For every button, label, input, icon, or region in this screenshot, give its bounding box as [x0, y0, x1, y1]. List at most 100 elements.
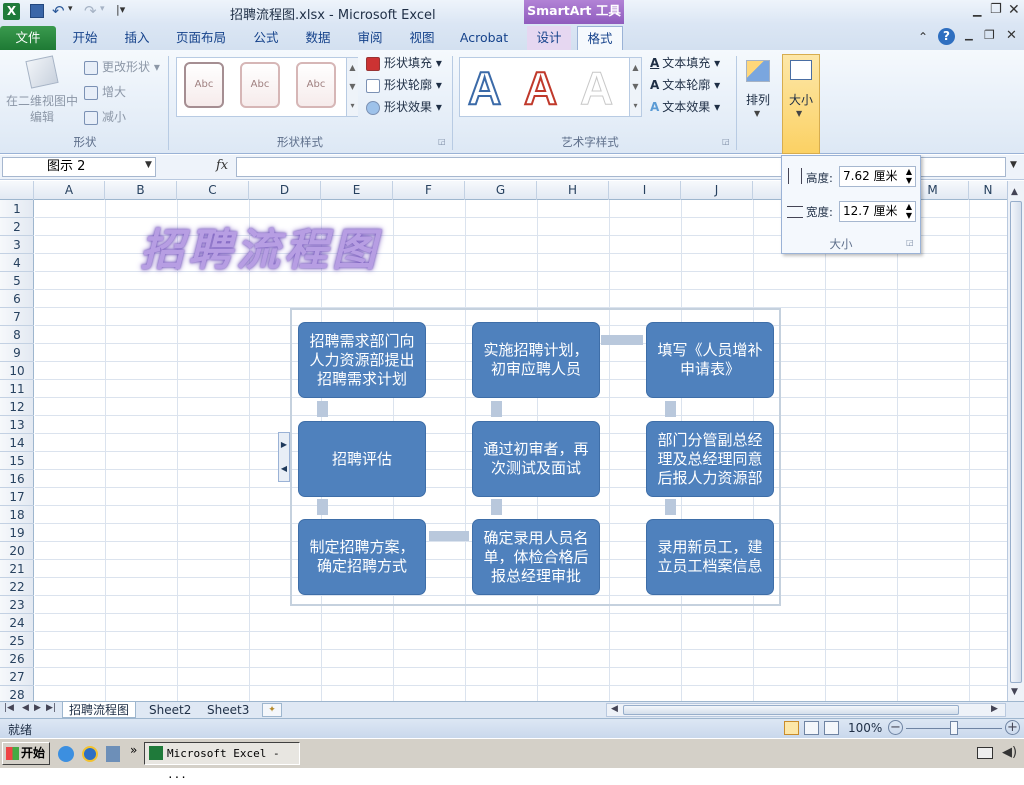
zoom-slider-thumb[interactable] — [950, 721, 958, 735]
name-box[interactable]: 图示 2 — [2, 157, 156, 177]
column-header-b[interactable]: B — [105, 181, 177, 200]
hscroll-right-icon[interactable]: ▶ — [991, 704, 998, 714]
column-header-a[interactable]: A — [34, 181, 105, 200]
tab-home[interactable]: 开始 — [62, 26, 108, 50]
doc-minimize-icon[interactable]: ▁ — [965, 30, 973, 41]
row-header-5[interactable]: 5 — [0, 272, 34, 290]
quicklaunch-app-icon[interactable] — [106, 746, 120, 762]
vertical-scrollbar[interactable]: ▲ ▼ — [1007, 181, 1024, 701]
flow-step-3[interactable]: 填写《人员增补申请表》 — [646, 322, 774, 398]
gallery-scroll[interactable]: ▲ ▼ ▾ — [346, 58, 358, 116]
undo-icon[interactable]: ↶ — [52, 2, 65, 20]
column-header-h[interactable]: H — [537, 181, 609, 200]
minimize-icon[interactable]: ▁ — [973, 4, 981, 17]
zoom-in-icon[interactable]: + — [1005, 720, 1020, 735]
zoom-out-icon[interactable]: − — [888, 720, 903, 735]
row-header-8[interactable]: 8 — [0, 326, 34, 344]
row-header-17[interactable]: 17 — [0, 488, 34, 506]
tab-review[interactable]: 审阅 — [348, 26, 392, 50]
page-layout-view-icon[interactable] — [804, 721, 819, 735]
column-header-j[interactable]: J — [681, 181, 753, 200]
ribbon-minimize-icon[interactable]: ⌃ — [918, 30, 928, 44]
wordart-style-3[interactable]: A — [579, 64, 613, 113]
wordart-style-1[interactable]: A — [467, 63, 502, 113]
column-header-d[interactable]: D — [249, 181, 321, 200]
column-header-n[interactable]: N — [969, 181, 1008, 200]
column-header-e[interactable]: E — [321, 181, 393, 200]
row-header-11[interactable]: 11 — [0, 380, 34, 398]
row-header-18[interactable]: 18 — [0, 506, 34, 524]
row-header-13[interactable]: 13 — [0, 416, 34, 434]
save-icon[interactable] — [30, 4, 44, 18]
row-header-24[interactable]: 24 — [0, 614, 34, 632]
redo-icon[interactable]: ↷ — [84, 2, 97, 20]
column-header-f[interactable]: F — [393, 181, 465, 200]
hscroll-left-icon[interactable]: ◀ — [611, 704, 618, 714]
fx-icon[interactable]: fx — [216, 158, 228, 173]
shape-fill-button[interactable]: 形状填充 ▾ — [366, 53, 442, 73]
shape-style-preset-2[interactable]: Abc — [240, 62, 280, 108]
row-header-15[interactable]: 15 — [0, 452, 34, 470]
row-header-21[interactable]: 21 — [0, 560, 34, 578]
formula-expand-icon[interactable]: ▼ — [1010, 160, 1017, 170]
row-header-14[interactable]: 14 — [0, 434, 34, 452]
doc-close-icon[interactable]: ✕ — [1006, 28, 1017, 43]
row-header-23[interactable]: 23 — [0, 596, 34, 614]
width-input[interactable]: 12.7 厘米 ▲ ▼ — [839, 201, 916, 222]
start-button[interactable]: 开始 — [2, 742, 50, 765]
normal-view-icon[interactable] — [784, 721, 799, 735]
row-header-3[interactable]: 3 — [0, 236, 34, 254]
row-header-7[interactable]: 7 — [0, 308, 34, 326]
shape-style-preset-1[interactable]: Abc — [184, 62, 224, 108]
scroll-down-icon[interactable]: ▼ — [1011, 687, 1018, 697]
first-sheet-icon[interactable]: |◀ — [4, 703, 14, 713]
scroll-up-icon[interactable]: ▲ — [1011, 187, 1018, 197]
restore-icon[interactable]: ❐ — [990, 2, 1002, 17]
larger-button[interactable]: 增大 — [84, 82, 126, 102]
hscroll-thumb[interactable] — [623, 705, 959, 715]
edit-in-2d-button[interactable]: 在二维视图中编辑 — [4, 93, 80, 125]
flow-step-7[interactable]: 制定招聘方案，确定招聘方式 — [298, 519, 426, 595]
customize-qat-icon[interactable]: |▾ — [116, 3, 125, 16]
prev-sheet-icon[interactable]: ◀ — [22, 703, 29, 713]
dialog-launcher-icon[interactable]: ◲ — [722, 137, 730, 146]
row-header-9[interactable]: 9 — [0, 344, 34, 362]
flow-step-8[interactable]: 确定录用人员名单，体检合格后报总经理审批 — [472, 519, 600, 595]
insert-sheet-icon[interactable]: ✦ — [262, 703, 282, 717]
horizontal-scrollbar[interactable]: ◀ ▶ — [606, 703, 1006, 717]
tab-insert[interactable]: 插入 — [114, 26, 160, 50]
last-sheet-icon[interactable]: ▶| — [46, 703, 56, 713]
row-header-10[interactable]: 10 — [0, 362, 34, 380]
smaller-button[interactable]: 减小 — [84, 107, 126, 127]
row-header-12[interactable]: 12 — [0, 398, 34, 416]
close-icon[interactable]: ✕ — [1008, 2, 1020, 18]
worksheet-grid[interactable]: 招聘流程图 ▶ ◀ 招聘需求部门向人力资源部提出招聘需求计划 实施招聘计划，初审应… — [35, 200, 1007, 701]
arrange-button[interactable]: 排列 — [744, 91, 772, 108]
shape-outline-button[interactable]: 形状轮廓 ▾ — [366, 75, 442, 95]
flow-step-1[interactable]: 招聘需求部门向人力资源部提出招聘需求计划 — [298, 322, 426, 398]
tab-formulas[interactable]: 公式 — [244, 26, 288, 50]
select-all-corner[interactable] — [0, 181, 34, 200]
doc-restore-icon[interactable]: ❐ — [984, 28, 995, 42]
change-shape-button[interactable]: 更改形状 ▾ — [84, 57, 160, 77]
row-header-27[interactable]: 27 — [0, 668, 34, 686]
width-spinner-icon[interactable]: ▲ ▼ — [906, 202, 912, 220]
row-header-25[interactable]: 25 — [0, 632, 34, 650]
quicklaunch-more-icon[interactable]: » — [130, 743, 137, 757]
row-header-26[interactable]: 26 — [0, 650, 34, 668]
sheet-tab-3[interactable]: Sheet3 — [201, 702, 255, 718]
height-spinner-icon[interactable]: ▲ ▼ — [906, 167, 912, 185]
dialog-launcher-icon[interactable]: ◲ — [438, 137, 446, 146]
row-header-16[interactable]: 16 — [0, 470, 34, 488]
tab-view[interactable]: 视图 — [400, 26, 444, 50]
flow-step-2[interactable]: 实施招聘计划，初审应聘人员 — [472, 322, 600, 398]
arrange-icon[interactable] — [746, 60, 770, 82]
flow-step-6[interactable]: 部门分管副总经理及总经理同意后报人力资源部 — [646, 421, 774, 497]
column-header-c[interactable]: C — [177, 181, 249, 200]
edit-in-2d-icon[interactable] — [25, 55, 59, 89]
tab-data[interactable]: 数据 — [296, 26, 340, 50]
height-input[interactable]: 7.62 厘米 ▲ ▼ — [839, 166, 916, 187]
wordart-style-2[interactable]: A — [523, 63, 558, 113]
wordart-gallery-scroll[interactable]: ▲ ▼ ▾ — [629, 58, 641, 116]
undo-dropdown-icon[interactable]: ▾ — [68, 4, 73, 14]
